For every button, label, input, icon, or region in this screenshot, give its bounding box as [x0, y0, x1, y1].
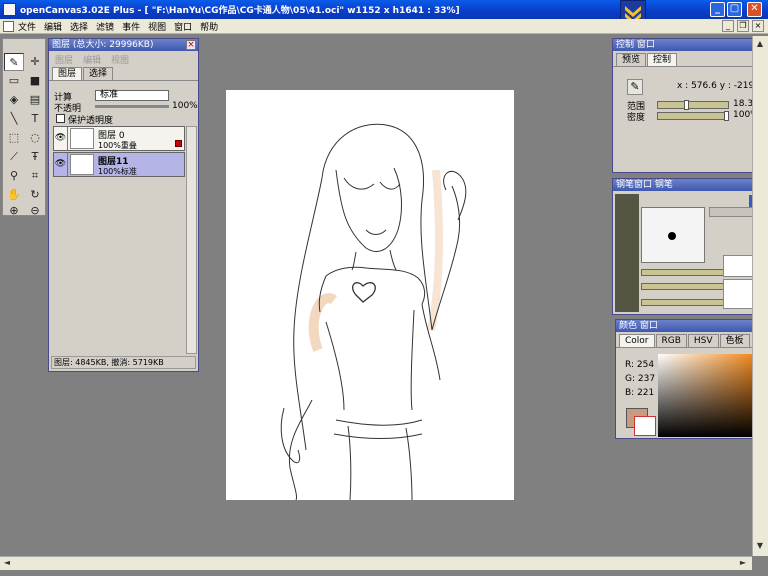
tab-control[interactable]: 控制	[647, 53, 678, 66]
pen-panel-title[interactable]: 钢笔窗口 钢笔 ×	[613, 179, 764, 191]
eye-icon[interactable]: 👁	[54, 153, 68, 176]
tab-preview[interactable]: 预览	[616, 53, 647, 66]
move-tool-icon[interactable]: ✛	[25, 53, 45, 71]
layers-panel: 图层 (总大小: 29996KB) × 图层 编辑 视图 图层 选择 计算 标准…	[48, 38, 199, 372]
color-panel: 颜色 窗口 × Color RGB HSV 色板 R: 254 G: 237 B…	[615, 319, 765, 439]
saturation-value-field[interactable]	[658, 354, 752, 437]
brush-preview	[641, 207, 705, 263]
mdi-close-button[interactable]: ×	[752, 20, 764, 32]
layer-thumbnail	[70, 128, 94, 149]
protect-transparency-label: 保护透明度	[68, 116, 114, 126]
select-rect-tool-icon[interactable]: ⬚	[4, 129, 24, 147]
layers-panel-title[interactable]: 图层 (总大小: 29996KB) ×	[49, 39, 198, 51]
pressure-curve-icon[interactable]	[723, 279, 753, 309]
mdi-minimize-button[interactable]: _	[722, 20, 734, 32]
document-icon	[3, 21, 14, 32]
close-button[interactable]: ✕	[747, 2, 762, 17]
layer-row-0[interactable]: 👁 图层 0 100%重叠	[53, 126, 185, 151]
layer-thumbnail	[70, 154, 94, 175]
layer-mode: 100%标准	[98, 167, 137, 176]
density-slider[interactable]	[657, 111, 729, 121]
opacity-slider[interactable]	[95, 105, 169, 108]
layers-submenu-edit[interactable]: 编辑	[83, 53, 101, 66]
control-panel-title[interactable]: 控制 窗口 ×	[613, 39, 764, 51]
pen-tool-icon[interactable]: ✎	[4, 53, 24, 71]
brush-dot	[668, 232, 676, 240]
bucket-tool-icon[interactable]: ◈	[4, 91, 24, 109]
range-value: 18.3	[733, 99, 754, 109]
menu-window[interactable]: 窗口	[174, 20, 192, 33]
tab-swatches[interactable]: 色板	[719, 334, 750, 347]
maximize-button[interactable]: ▢	[727, 2, 742, 17]
layer-row-1[interactable]: 👁 图层11 100%标准	[53, 152, 185, 177]
layers-submenu-view[interactable]: 视图	[111, 53, 129, 66]
menu-help[interactable]: 帮助	[200, 20, 218, 33]
slider-thumb[interactable]	[684, 100, 689, 110]
menu-view[interactable]: 视图	[148, 20, 166, 33]
rectangle-tool-icon[interactable]: ▭	[4, 72, 24, 90]
green-value: G: 237	[625, 374, 656, 384]
control-panel: 控制 窗口 × 预览 控制 ✎ x : 576.6 y : -219.2 范围 …	[612, 38, 765, 173]
pen-panel: 钢笔窗口 钢笔 ×	[612, 178, 765, 315]
menu-bar: 文件 编辑 选择 滤镜 事件 视图 窗口 帮助 _ ❐ ×	[0, 19, 768, 34]
pen-icon[interactable]: ✎	[627, 79, 643, 95]
tab-hsv[interactable]: HSV	[687, 334, 719, 347]
lasso-tool-icon[interactable]: ◌	[25, 129, 45, 147]
scroll-up-icon[interactable]: ▲	[753, 38, 767, 51]
texture-grid-icon[interactable]	[723, 255, 753, 277]
layers-status: 图层: 4845KB, 撤消: 5719KB	[51, 356, 196, 369]
layer-mode: 100%重叠	[98, 141, 137, 150]
cursor-coordinates: x : 576.6 y : -219.2	[677, 81, 763, 91]
eyedropper-tool-icon[interactable]: ⟋	[4, 148, 24, 166]
window-title-bar: openCanvas3.02E Plus - [ "F:\HanYu\CG作品\…	[0, 0, 768, 19]
tab-layers[interactable]: 图层	[52, 67, 83, 80]
zoom-in-icon[interactable]: ⊕	[4, 202, 24, 220]
close-icon[interactable]: ×	[186, 40, 196, 50]
text-select-tool-icon[interactable]: Ŧ	[25, 148, 45, 166]
blend-mode-select[interactable]: 标准	[95, 90, 169, 101]
tool-palette: ✎ ✛ ▭ ■ ◈ ▤ ╲ T ⬚ ◌ ⟋ Ŧ ⚲ ⌗ ✋ ↻ ⊕ ⊖	[2, 38, 46, 217]
tab-selection[interactable]: 选择	[83, 67, 114, 80]
tab-rgb[interactable]: RGB	[655, 334, 687, 347]
range-slider[interactable]	[657, 100, 729, 110]
opacity-value: 100%	[172, 101, 198, 111]
slider-thumb[interactable]	[724, 111, 729, 121]
layers-scrollbar[interactable]	[186, 126, 197, 354]
crop-tool-icon[interactable]: ⌗	[25, 167, 45, 185]
scroll-right-icon[interactable]: ►	[736, 557, 750, 570]
layers-submenu-layer[interactable]: 图层	[55, 53, 73, 66]
app-icon	[3, 3, 16, 16]
window-title: openCanvas3.02E Plus - [ "F:\HanYu\CG作品\…	[20, 6, 460, 16]
horizontal-scrollbar[interactable]: ◄ ►	[0, 556, 752, 570]
background-color-swatch[interactable]	[634, 416, 656, 436]
brush-shape-selector[interactable]	[709, 207, 755, 217]
scroll-left-icon[interactable]: ◄	[0, 557, 14, 570]
zoom-out-icon[interactable]: ⊖	[25, 202, 45, 220]
magic-wand-tool-icon[interactable]: ⚲	[4, 167, 24, 185]
drawing-canvas[interactable]	[226, 90, 514, 501]
scroll-down-icon[interactable]: ▼	[753, 540, 767, 553]
text-tool-icon[interactable]: T	[25, 110, 45, 128]
layer-flag-icon	[175, 140, 182, 147]
menu-filter[interactable]: 滤镜	[96, 20, 114, 33]
blue-value: B: 221	[625, 388, 655, 398]
minimize-button[interactable]: _	[710, 2, 725, 17]
menu-select[interactable]: 选择	[70, 20, 88, 33]
protect-transparency-checkbox[interactable]	[56, 114, 65, 123]
mdi-restore-button[interactable]: ❐	[737, 20, 749, 32]
line-tool-icon[interactable]: ╲	[4, 110, 24, 128]
vertical-scrollbar[interactable]: ▲ ▼	[752, 36, 768, 556]
menu-edit[interactable]: 编辑	[44, 20, 62, 33]
red-value: R: 254	[625, 360, 655, 370]
menu-event[interactable]: 事件	[122, 20, 140, 33]
density-label: 密度	[627, 113, 646, 123]
gradient-tool-icon[interactable]: ▤	[25, 91, 45, 109]
color-panel-title[interactable]: 颜色 窗口 ×	[616, 320, 764, 332]
fill-rect-tool-icon[interactable]: ■	[25, 72, 45, 90]
menu-file[interactable]: 文件	[18, 20, 36, 33]
brush-type-list[interactable]	[615, 194, 639, 312]
tab-color[interactable]: Color	[619, 334, 655, 347]
eye-icon[interactable]: 👁	[54, 127, 68, 150]
